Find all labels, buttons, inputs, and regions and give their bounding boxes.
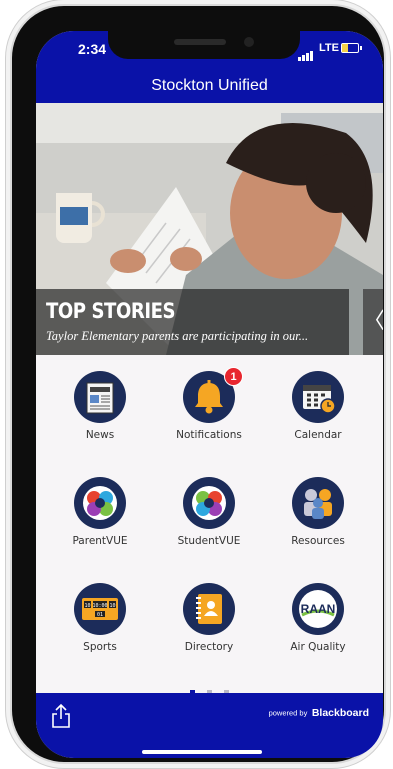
people-icon [292, 477, 344, 529]
story-caption: TOP STORIES Taylor Elementary parents ar… [36, 289, 349, 355]
tile-label: ParentVUE [72, 535, 128, 547]
score-left: 10 [84, 603, 90, 609]
home-indicator[interactable] [142, 750, 262, 754]
front-camera [244, 37, 254, 47]
score-period: 01 [97, 612, 103, 618]
signal-icon [298, 43, 314, 61]
tile-calendar[interactable]: Calendar [263, 369, 373, 459]
tile-label: Calendar [294, 429, 342, 441]
newspaper-icon [74, 371, 126, 423]
tile-studentvue[interactable]: StudentVUE [154, 475, 264, 565]
share-icon[interactable] [50, 703, 72, 734]
phone-frame: 2:34 LTE Stockton Unified TOP STORIES Ta… [12, 6, 384, 762]
tile-notifications[interactable]: 1 Notifications [154, 367, 264, 459]
tile-label: Resources [291, 535, 345, 547]
app-header: Stockton Unified [36, 69, 383, 107]
story-headline[interactable]: Taylor Elementary parents are participat… [46, 329, 308, 344]
notification-count-badge: 1 [224, 367, 243, 386]
raan-logo-text: RAAN [301, 602, 336, 616]
volume-down-button [5, 230, 9, 286]
top-stories-banner[interactable]: TOP STORIES Taylor Elementary parents ar… [36, 103, 383, 355]
tile-label: Sports [83, 641, 117, 653]
tile-directory[interactable]: Directory [154, 581, 264, 671]
tile-news[interactable]: News [45, 369, 155, 459]
status-time: 2:34 [78, 41, 107, 57]
battery-icon [341, 43, 362, 53]
score-right: 10 [109, 603, 115, 609]
blackboard-logo: Blackboard [311, 706, 369, 719]
parentvue-icon [74, 477, 126, 529]
tile-label: Directory [184, 641, 234, 653]
chevron-left-icon[interactable]: 〈 [363, 289, 383, 355]
studentvue-icon [183, 477, 235, 529]
notch [108, 31, 300, 59]
app-screen: 2:34 LTE Stockton Unified TOP STORIES Ta… [36, 31, 383, 758]
tile-label: Notifications [176, 429, 242, 441]
tile-label: News [85, 429, 115, 441]
powered-by-label: powered by [268, 708, 308, 718]
tile-label: StudentVUE [177, 535, 241, 547]
raan-icon: RAAN [292, 583, 344, 635]
network-type: LTE [319, 42, 339, 54]
tile-parentvue[interactable]: ParentVUE [45, 475, 155, 565]
score-clock: 10:00 [92, 603, 107, 609]
scoreboard-icon: 10 10:00 10 01 [74, 583, 126, 635]
volume-up-button [5, 160, 9, 216]
mute-switch [5, 104, 9, 134]
speaker [174, 39, 226, 45]
page-title: Stockton Unified [151, 77, 268, 94]
tile-air-quality[interactable]: RAAN Air Quality [263, 581, 373, 671]
bottom-bar: powered by Blackboard [36, 693, 383, 758]
tile-resources[interactable]: Resources [263, 475, 373, 565]
tile-label: Air Quality [290, 641, 346, 653]
section-title: TOP STORIES [46, 299, 176, 323]
powered-by-blackboard: powered by Blackboard [269, 704, 369, 722]
status-bar: 2:34 LTE [36, 31, 383, 69]
calendar-icon [292, 371, 344, 423]
address-book-icon [183, 583, 235, 635]
tile-sports[interactable]: 10 10:00 10 01 Sports [45, 581, 155, 671]
